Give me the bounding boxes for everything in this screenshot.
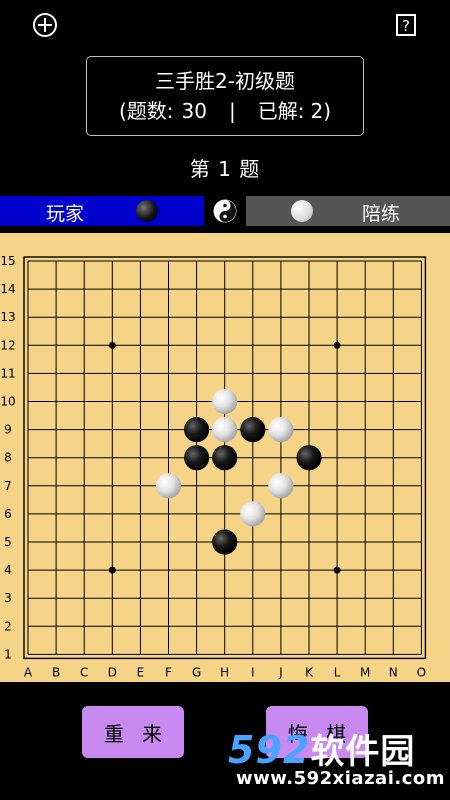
white-stone-icon <box>291 200 313 222</box>
row-label: 13 <box>0 310 15 324</box>
col-label: K <box>305 665 314 679</box>
row-label: 2 <box>4 619 12 633</box>
col-label: F <box>165 665 172 679</box>
white-stone <box>268 473 294 499</box>
row-label: 11 <box>0 366 15 380</box>
row-label: 7 <box>4 479 12 493</box>
white-stone <box>155 473 182 499</box>
white-stone <box>212 388 238 415</box>
plus-circle-icon <box>33 13 57 37</box>
col-label: B <box>52 665 60 679</box>
col-label: J <box>278 665 283 679</box>
black-stone-icon <box>136 200 158 222</box>
white-stone <box>212 417 238 443</box>
question-box-icon: ? <box>396 14 416 36</box>
black-stone <box>296 445 322 471</box>
row-label: 14 <box>0 282 15 296</box>
row-label: 12 <box>0 338 15 352</box>
trainer-bar: 陪练 <box>246 196 450 226</box>
col-label: O <box>417 665 426 679</box>
row-label: 8 <box>4 451 12 465</box>
col-label: A <box>24 665 33 679</box>
col-label: D <box>108 665 117 679</box>
watermark-logo: 592软件园 <box>228 728 416 772</box>
stats-separator: | <box>228 99 236 123</box>
watermark: 592软件园 www.592xiazai.com <box>222 716 450 800</box>
white-stone <box>240 501 266 527</box>
stats-solved-label: 已解: <box>257 99 305 123</box>
svg-text:?: ? <box>402 17 410 35</box>
stats-close: ) <box>323 99 332 123</box>
black-stone <box>212 445 238 471</box>
col-label: G <box>192 665 201 679</box>
col-label: C <box>80 665 88 679</box>
star-point <box>333 341 341 349</box>
black-stone <box>184 445 210 471</box>
stats-open: (题数: <box>118 99 174 123</box>
black-stone <box>184 417 210 443</box>
col-label: N <box>389 665 398 679</box>
white-stone <box>268 417 294 443</box>
black-stone <box>212 529 238 555</box>
puzzle-title: 三手胜2-初级题 <box>155 69 295 93</box>
row-label: 3 <box>4 591 12 605</box>
col-label: I <box>251 665 255 679</box>
puzzle-info-box: 三手胜2-初级题 (题数: 30 | 已解: 2 ) <box>86 56 364 136</box>
row-label: 10 <box>0 395 15 409</box>
add-button[interactable] <box>32 12 58 38</box>
player-label: 玩家 <box>46 203 85 225</box>
star-point <box>333 566 341 574</box>
row-label: 6 <box>4 507 12 521</box>
black-stone <box>240 417 266 443</box>
gomoku-board-area: A B C D E F G H I J K L M N O 15 14 13 12 11 10 9 8 7 6 5 4 3 2 1 <box>0 233 450 682</box>
col-label: L <box>334 665 341 679</box>
star-point <box>108 341 116 349</box>
star-point <box>108 566 116 574</box>
row-label: 9 <box>4 423 12 437</box>
row-label: 1 <box>4 647 12 661</box>
question-number: 第 1 题 <box>189 157 261 181</box>
stats-count: 30 <box>181 99 207 123</box>
row-label: 15 <box>0 254 15 268</box>
gomoku-board[interactable]: A B C D E F G H I J K L M N O 15 14 13 12 11 10 9 8 7 6 5 4 3 2 1 <box>0 233 450 682</box>
col-label: M <box>360 665 370 679</box>
reset-button[interactable]: 重 来 <box>82 706 184 758</box>
yin-yang-icon[interactable] <box>213 199 237 223</box>
puzzle-stats: (题数: 30 | 已解: 2 ) <box>119 96 331 126</box>
row-label: 5 <box>4 535 12 549</box>
col-label: H <box>220 665 229 679</box>
stats-solved: 2 <box>310 99 324 123</box>
watermark-url: www.592xiazai.com <box>236 768 445 789</box>
row-label: 4 <box>4 563 12 577</box>
trainer-label: 陪练 <box>362 203 401 225</box>
player-bar: 玩家 <box>0 196 204 226</box>
col-label: E <box>137 665 145 679</box>
help-button[interactable]: ? <box>393 12 419 38</box>
